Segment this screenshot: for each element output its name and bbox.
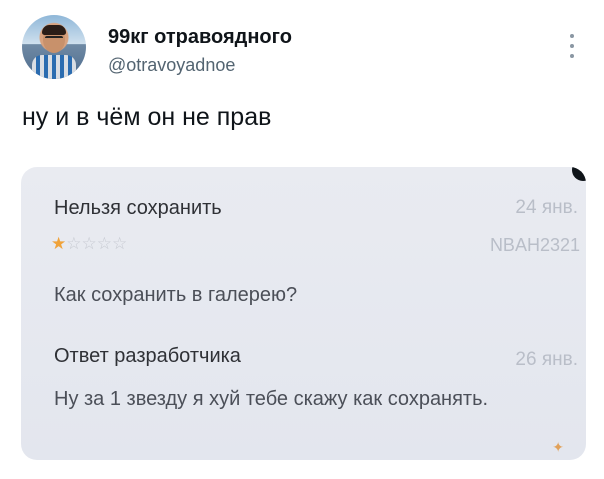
review-body: Как сохранить в галерею?: [54, 284, 298, 306]
star-icon: ☆: [112, 234, 128, 253]
review-title: Нельзя сохранить: [54, 197, 222, 219]
avatar-shirt: [32, 55, 76, 79]
star-icon: ☆: [96, 234, 112, 253]
review-username: NBAH2321: [489, 235, 580, 255]
author-avatar[interactable]: [22, 15, 86, 79]
more-dot: [570, 54, 574, 58]
rating-stars: ★☆☆☆☆: [51, 234, 127, 254]
avatar-glasses: [45, 36, 63, 42]
developer-reply-title: Ответ разработчика: [54, 345, 241, 367]
more-dot: [570, 44, 574, 48]
media-corner: [572, 167, 586, 181]
developer-reply-body: Ну за 1 звезду я хуй тебе скажу как сохр…: [54, 388, 489, 410]
more-dot: [570, 34, 574, 38]
author-handle[interactable]: @otravoyadnoe: [108, 55, 235, 76]
star-icon: ★: [51, 234, 67, 253]
author-name[interactable]: 99кг отравоядного: [108, 26, 292, 49]
sticker-decoration: ✦: [552, 439, 564, 455]
avatar-hair: [42, 25, 66, 35]
tweet-text: ну и в чём он не прав: [22, 103, 272, 131]
developer-reply-date: 26 янв.: [515, 349, 578, 370]
star-icon: ☆: [66, 234, 82, 253]
star-icon: ☆: [81, 234, 97, 253]
tweet-media-image[interactable]: Нельзя сохранить 24 янв. ★☆☆☆☆ NBAH2321 …: [21, 167, 586, 460]
more-vertical-icon[interactable]: [562, 34, 582, 58]
review-date: 24 янв.: [515, 197, 578, 218]
